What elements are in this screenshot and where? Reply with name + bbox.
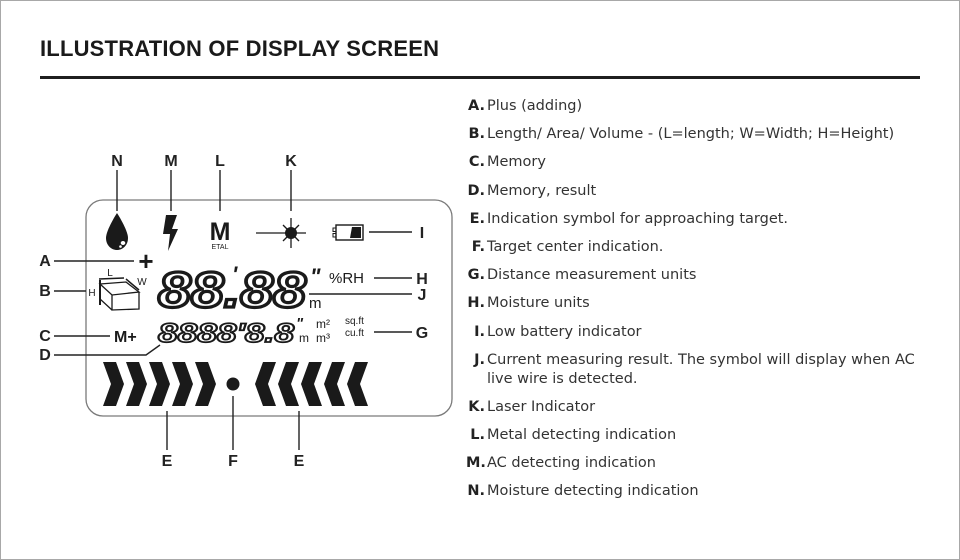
laser-indicator-icon	[256, 218, 306, 248]
legend-item: N. Moisture detecting indication	[466, 482, 936, 501]
low-battery-icon	[332, 224, 364, 241]
chevron-left-icon	[347, 362, 368, 406]
legend-key: J.	[474, 351, 485, 368]
unit-cubic-feet: cu.ft	[345, 328, 364, 339]
legend-key: D.	[467, 182, 485, 199]
legend-key: E.	[469, 210, 485, 227]
legend-key: L.	[470, 427, 485, 444]
memory-result-digits: 8888'8.8	[158, 318, 294, 348]
callout-G: G	[416, 325, 428, 342]
main-inch-mark: "	[310, 264, 321, 289]
plus-symbol: +	[138, 246, 153, 276]
legend-item: D. Memory, result	[466, 182, 936, 201]
chevron-right-icon	[172, 362, 193, 406]
svg-text:ETAL: ETAL	[212, 244, 229, 251]
legend-key: K.	[468, 398, 485, 415]
legend-item: G. Distance measurement units	[466, 266, 936, 285]
legend-key: N.	[467, 483, 485, 500]
leader-D	[54, 344, 161, 356]
legend-item: A. Plus (adding)	[466, 97, 936, 116]
legend-list: A. Plus (adding) B. Length/ Area/ Volume - …	[466, 97, 936, 511]
legend-key: F.	[471, 238, 485, 255]
callout-B: B	[39, 283, 51, 300]
lightning-bolt-icon	[163, 215, 178, 251]
callout-A: A	[39, 253, 51, 270]
callout-K: K	[285, 153, 297, 170]
legend-item: M. AC detecting indication	[466, 454, 936, 473]
callout-M: M	[164, 153, 177, 170]
legend-item: L. Metal detecting indication	[466, 426, 936, 445]
callout-C: C	[39, 328, 51, 345]
legend-description: Length/ Area/ Volume - (L=length; W=Widt…	[487, 126, 895, 143]
svg-text:M: M	[210, 218, 231, 246]
chevron-left-icon	[301, 362, 322, 406]
legend-description: Target center indication.	[487, 238, 664, 255]
callout-E-left: E	[162, 453, 173, 470]
legend-description: Current measuring result. The symbol wil…	[487, 351, 915, 387]
legend-item: K. Laser Indicator	[466, 398, 936, 417]
memory-plus-symbol: M+	[114, 329, 137, 346]
legend-item: J. Current measuring result. The symbol w…	[466, 351, 936, 389]
legend-description: Memory, result	[487, 182, 597, 199]
legend-key: I.	[474, 323, 485, 340]
legend-description: Moisture units	[487, 295, 590, 312]
chevron-left-icon	[324, 362, 345, 406]
target-center-dot	[226, 377, 240, 391]
main-foot-mark: '	[232, 262, 238, 287]
callout-I: I	[420, 225, 424, 242]
legend-description: Distance measurement units	[487, 267, 697, 284]
chevron-right-icon	[126, 362, 147, 406]
unit-square-feet: sq.ft	[345, 316, 364, 327]
legend-description: AC detecting indication	[487, 455, 656, 472]
legend-key: M.	[466, 455, 486, 472]
legend-item: E. Indication symbol for approaching targ…	[466, 210, 936, 229]
legend-key: H.	[467, 295, 485, 312]
legend-description: Memory	[487, 154, 546, 171]
metal-icon: M ETAL	[210, 218, 231, 251]
legend-item: I. Low battery indicator	[466, 323, 936, 342]
legend-description: Indication symbol for approaching target…	[487, 210, 789, 227]
moisture-drop-icon	[106, 213, 128, 250]
chevron-left-icon	[255, 362, 276, 406]
chevron-right-icon	[149, 362, 170, 406]
legend-description: Metal detecting indication	[487, 427, 677, 444]
legend-description: Laser Indicator	[487, 398, 596, 415]
callout-H: H	[416, 271, 428, 288]
unit-cubic-meter: m³	[316, 331, 330, 345]
legend-key: B.	[468, 126, 485, 143]
unit-meter-main: m	[309, 295, 322, 312]
legend-item: H. Moisture units	[466, 294, 936, 313]
callout-F: F	[228, 453, 238, 470]
legend-item: B. Length/ Area/ Volume - (L=length; W=Wi…	[466, 125, 936, 144]
callout-N: N	[111, 153, 123, 170]
unit-meter-sub: m	[299, 331, 309, 345]
callout-L: L	[215, 153, 225, 170]
svg-text:H: H	[88, 288, 95, 299]
unit-percent-rh: %RH	[329, 270, 364, 287]
approach-chevrons-left	[103, 362, 216, 406]
callout-D: D	[39, 347, 51, 364]
svg-text:L: L	[107, 268, 113, 279]
legend-key: C.	[468, 154, 485, 171]
svg-text:W: W	[137, 277, 147, 288]
sub-inch-mark: "	[296, 315, 304, 332]
legend-item: C. Memory	[466, 153, 936, 172]
legend-key: G.	[467, 267, 485, 284]
approach-chevrons-right	[255, 362, 368, 406]
legend-description: Moisture detecting indication	[487, 483, 699, 500]
legend-description: Low battery indicator	[487, 323, 642, 340]
legend-item: F. Target center indication.	[466, 238, 936, 257]
legend-description: Plus (adding)	[487, 98, 583, 114]
chevron-left-icon	[278, 362, 299, 406]
legend-key: A.	[468, 98, 485, 114]
chevron-right-icon	[195, 362, 216, 406]
callout-J: J	[418, 287, 427, 304]
unit-square-meter: m²	[316, 317, 330, 331]
callout-E-right: E	[294, 453, 305, 470]
chevron-right-icon	[103, 362, 124, 406]
